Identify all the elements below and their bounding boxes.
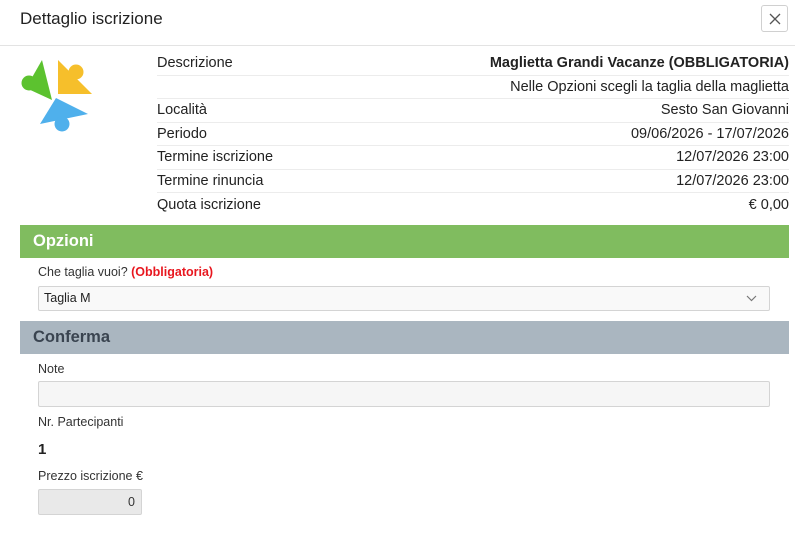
detail-value: Maglietta Grandi Vacanze (OBBLIGATORIA) bbox=[489, 55, 789, 72]
size-question-label: Che taglia vuoi? (Obbligatoria) bbox=[38, 265, 213, 279]
chevron-down-icon bbox=[746, 295, 757, 302]
organization-logo bbox=[20, 58, 94, 134]
section-header-conferma: Conferma bbox=[20, 321, 789, 354]
detail-row-localita: Località Sesto San Giovanni bbox=[157, 99, 789, 123]
section-header-opzioni: Opzioni bbox=[20, 225, 789, 258]
detail-value: Sesto San Giovanni bbox=[660, 102, 789, 119]
detail-label: Località bbox=[157, 102, 207, 119]
detail-value: € 0,00 bbox=[748, 196, 789, 213]
detail-row-termine-iscrizione: Termine iscrizione 12/07/2026 23:00 bbox=[157, 146, 789, 170]
close-button[interactable] bbox=[761, 5, 788, 32]
detail-value: Nelle Opzioni scegli la taglia della mag… bbox=[510, 78, 789, 95]
detail-row-periodo: Periodo 09/06/2026 - 17/07/2026 bbox=[157, 123, 789, 146]
nr-partecipanti-value: 1 bbox=[38, 441, 47, 458]
size-select-value: Taglia M bbox=[44, 291, 91, 305]
size-select[interactable]: Taglia M bbox=[38, 286, 770, 311]
note-label: Note bbox=[38, 362, 65, 376]
detail-row-description-note: Nelle Opzioni scegli la taglia della mag… bbox=[157, 76, 789, 99]
detail-value: 09/06/2026 - 17/07/2026 bbox=[630, 125, 789, 142]
nr-partecipanti-label: Nr. Partecipanti bbox=[38, 415, 124, 429]
size-question-text: Che taglia vuoi? bbox=[38, 265, 128, 279]
dialog-title: Dettaglio iscrizione bbox=[20, 9, 163, 28]
note-input[interactable] bbox=[38, 381, 770, 407]
detail-value: 12/07/2026 23:00 bbox=[676, 149, 789, 166]
detail-value: 12/07/2026 23:00 bbox=[676, 172, 789, 189]
detail-label: Termine iscrizione bbox=[157, 149, 274, 166]
detail-row-termine-rinuncia: Termine rinuncia 12/07/2026 23:00 bbox=[157, 170, 789, 193]
price-input: 0 bbox=[38, 489, 142, 515]
detail-row-descrizione: Descrizione Maglietta Grandi Vacanze (OB… bbox=[157, 52, 789, 76]
detail-label: Termine rinuncia bbox=[157, 172, 264, 189]
registration-details: Descrizione Maglietta Grandi Vacanze (OB… bbox=[157, 52, 789, 217]
dialog-header: Dettaglio iscrizione bbox=[0, 0, 795, 46]
detail-label: Descrizione bbox=[157, 55, 233, 72]
detail-row-quota-iscrizione: Quota iscrizione € 0,00 bbox=[157, 193, 789, 217]
close-icon bbox=[769, 13, 780, 24]
price-label: Prezzo iscrizione € bbox=[38, 469, 143, 483]
detail-label: Quota iscrizione bbox=[157, 196, 261, 213]
required-marker: (Obbligatoria) bbox=[131, 265, 214, 279]
detail-label: Periodo bbox=[157, 125, 207, 142]
